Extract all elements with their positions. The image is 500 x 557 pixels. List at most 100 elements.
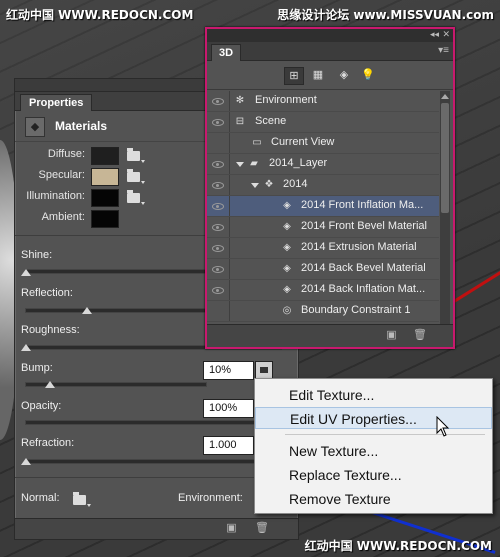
tree-row-front-inflation-material[interactable]: ◈ 2014 Front Inflation Ma... bbox=[207, 196, 439, 217]
visibility-eye-icon[interactable] bbox=[212, 224, 224, 231]
bump-texture-button[interactable] bbox=[255, 361, 273, 379]
watermark-top-left: 红动中国 WWW.REDOCN.COM bbox=[6, 8, 194, 22]
tree-label: 2014 Back Bevel Material bbox=[301, 262, 426, 274]
illumination-texture-folder-icon[interactable] bbox=[127, 190, 145, 205]
tab-properties[interactable]: Properties bbox=[20, 94, 93, 111]
tree-label: 2014 Front Bevel Material bbox=[301, 220, 427, 232]
ambient-swatch[interactable] bbox=[91, 210, 119, 228]
refraction-slider-track[interactable] bbox=[25, 459, 282, 464]
specular-swatch[interactable] bbox=[91, 168, 119, 186]
bump-slider-thumb[interactable] bbox=[45, 381, 55, 388]
opacity-slider-track[interactable] bbox=[25, 420, 257, 425]
roughness-label: Roughness: bbox=[21, 324, 80, 336]
tree-row-front-bevel-material[interactable]: ◈ 2014 Front Bevel Material bbox=[207, 217, 439, 238]
collapse-icon[interactable]: ◂◂ bbox=[430, 29, 439, 40]
tree-row-current-view[interactable]: ▭ Current View bbox=[207, 133, 439, 154]
tree-label: 2014 Extrusion Material bbox=[301, 241, 417, 253]
visibility-eye-icon[interactable] bbox=[212, 161, 224, 168]
material-icon: ◈ bbox=[283, 263, 291, 274]
scroll-thumb[interactable] bbox=[441, 103, 449, 213]
illumination-swatch[interactable] bbox=[91, 189, 119, 207]
tree-label: 2014_Layer bbox=[269, 157, 328, 169]
texture-context-menu: Edit Texture... Edit UV Properties... Ne… bbox=[254, 378, 493, 514]
specular-texture-folder-icon[interactable] bbox=[127, 169, 145, 184]
visibility-eye-icon[interactable] bbox=[212, 245, 224, 252]
tree-row-boundary-constraint[interactable]: ◎ Boundary Constraint 1 bbox=[207, 301, 439, 322]
refraction-slider-thumb[interactable] bbox=[21, 458, 31, 465]
diffuse-swatch[interactable] bbox=[91, 147, 119, 165]
visibility-cell bbox=[207, 154, 230, 174]
material-icon: ◈ bbox=[283, 284, 291, 295]
mesh-filter-icon[interactable]: ▦ bbox=[309, 67, 327, 83]
tree-label: 2014 Back Inflation Mat... bbox=[301, 283, 426, 295]
tree-row-scene[interactable]: ⊟ Scene bbox=[207, 112, 439, 133]
add-object-icon[interactable]: ▣ bbox=[385, 329, 398, 342]
close-icon[interactable]: ✕ bbox=[442, 29, 450, 40]
visibility-cell bbox=[207, 112, 230, 132]
tab-3d[interactable]: 3D bbox=[211, 44, 242, 61]
shine-slider-thumb[interactable] bbox=[21, 269, 31, 276]
material-filter-icon[interactable]: ◈ bbox=[335, 67, 353, 83]
3d-panel: ◂◂ ✕ 3D ▾≡ ⊞ ▦ ◈ 💡 ✻ Environment ⊟ Scene… bbox=[205, 27, 455, 349]
visibility-cell bbox=[207, 259, 230, 279]
roughness-slider-thumb[interactable] bbox=[21, 344, 31, 351]
new-material-icon[interactable]: ▣ bbox=[225, 522, 238, 535]
refraction-input[interactable]: 1.000 bbox=[203, 436, 254, 455]
menu-item-remove-texture[interactable]: Remove Texture bbox=[255, 488, 492, 510]
diffuse-texture-folder-icon[interactable] bbox=[127, 148, 145, 163]
material-icon: ◈ bbox=[283, 200, 291, 211]
panel-menu-icon[interactable]: ▾≡ bbox=[438, 45, 449, 56]
trash-icon[interactable]: 🗑 bbox=[255, 522, 269, 535]
menu-divider bbox=[285, 434, 485, 435]
camera-icon: ▭ bbox=[252, 137, 262, 148]
folder-icon: ▰ bbox=[250, 158, 258, 169]
watermark-top-right: 思缘设计论坛 www.MISSVUAN.com bbox=[277, 8, 494, 22]
shine-slider-track[interactable] bbox=[25, 269, 207, 274]
visibility-cell bbox=[207, 280, 230, 300]
watermark-bottom-right: 红动中国 WWW.REDOCN.COM bbox=[304, 539, 492, 553]
menu-item-edit-uv-properties[interactable]: Edit UV Properties... bbox=[255, 407, 492, 429]
tree-row-environment[interactable]: ✻ Environment bbox=[207, 91, 439, 112]
tree-label: 2014 bbox=[283, 178, 308, 190]
menu-item-edit-texture[interactable]: Edit Texture... bbox=[255, 384, 492, 406]
tree-label: Current View bbox=[271, 136, 335, 148]
normal-texture-folder-icon[interactable] bbox=[73, 492, 91, 507]
visibility-eye-icon[interactable] bbox=[212, 119, 224, 126]
3d-tabbar: 3D ▾≡ bbox=[207, 42, 453, 61]
tree-row-back-inflation-material[interactable]: ◈ 2014 Back Inflation Mat... bbox=[207, 280, 439, 301]
tree-scrollbar[interactable] bbox=[440, 91, 450, 333]
visibility-eye-icon[interactable] bbox=[212, 182, 224, 189]
trash-icon[interactable]: 🗑 bbox=[413, 329, 427, 342]
visibility-eye-icon[interactable] bbox=[212, 203, 224, 210]
reflection-slider-thumb[interactable] bbox=[82, 307, 92, 314]
normal-label: Normal: bbox=[21, 492, 60, 504]
scroll-up-arrow-icon[interactable] bbox=[441, 94, 449, 99]
tree-label: 2014 Front Inflation Ma... bbox=[301, 199, 424, 211]
tree-row-2014-layer[interactable]: ▰ 2014_Layer bbox=[207, 154, 439, 175]
visibility-eye-icon[interactable] bbox=[212, 98, 224, 105]
materials-title: Materials bbox=[55, 119, 108, 133]
tree-label: Boundary Constraint 1 bbox=[301, 304, 411, 316]
scene-filter-icon[interactable]: ⊞ bbox=[284, 67, 304, 85]
expand-triangle-icon[interactable] bbox=[251, 183, 259, 188]
tree-row-extrusion-material[interactable]: ◈ 2014 Extrusion Material bbox=[207, 238, 439, 259]
expand-triangle-icon[interactable] bbox=[236, 162, 244, 167]
environment-label: Environment: bbox=[178, 492, 243, 504]
tree-row-back-bevel-material[interactable]: ◈ 2014 Back Bevel Material bbox=[207, 259, 439, 280]
specular-row: Specular: bbox=[15, 166, 155, 186]
visibility-cell bbox=[207, 196, 230, 216]
menu-item-new-texture[interactable]: New Texture... bbox=[255, 440, 492, 462]
tree-row-2014[interactable]: ❖ 2014 bbox=[207, 175, 439, 196]
3d-panel-titlebar[interactable]: ◂◂ ✕ bbox=[207, 29, 453, 42]
reflection-slider-track[interactable] bbox=[25, 308, 207, 313]
shine-label: Shine: bbox=[21, 249, 53, 261]
opacity-input[interactable]: 100% bbox=[203, 399, 254, 418]
tree-label: Environment bbox=[255, 94, 317, 106]
visibility-eye-icon[interactable] bbox=[212, 287, 224, 294]
menu-item-replace-texture[interactable]: Replace Texture... bbox=[255, 464, 492, 486]
diffuse-row: Diffuse: bbox=[15, 145, 155, 165]
visibility-eye-icon[interactable] bbox=[212, 266, 224, 273]
scene-icon: ⊟ bbox=[235, 116, 245, 127]
light-filter-icon[interactable]: 💡 bbox=[359, 67, 377, 83]
bump-input[interactable]: 10% bbox=[203, 361, 254, 380]
